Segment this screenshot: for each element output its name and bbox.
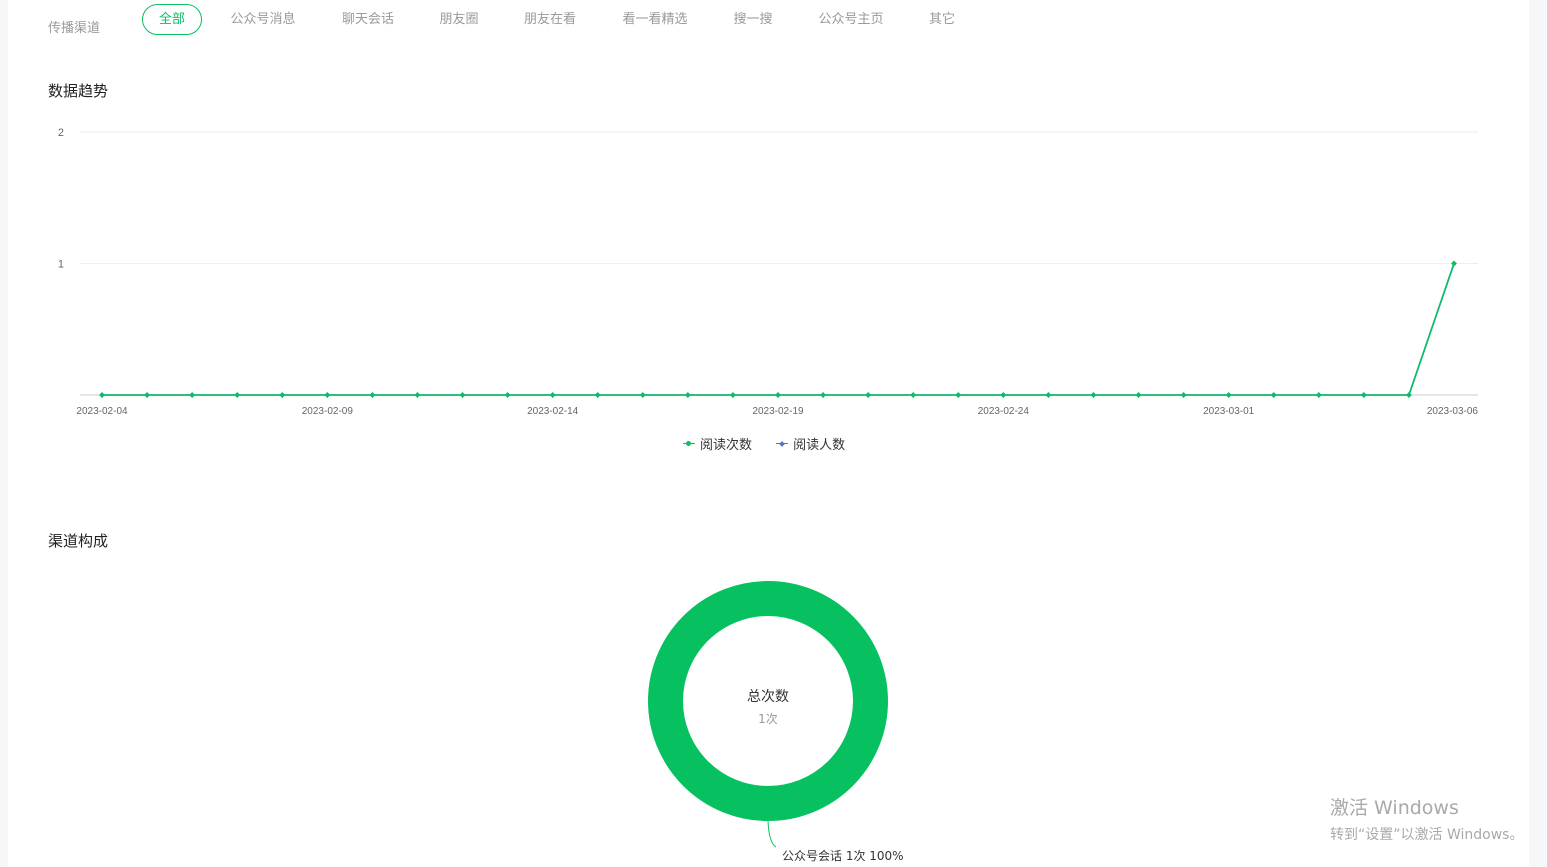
x-tick-label: 2023-02-04 xyxy=(76,406,128,417)
legend-label-read-count: 阅读次数 xyxy=(700,438,753,453)
tab-account-homepage[interactable]: 公众号主页 xyxy=(812,4,890,35)
legend-item-read-count[interactable]: 阅读次数 xyxy=(683,434,752,453)
data-point xyxy=(865,392,871,398)
x-tick-label: 2023-03-01 xyxy=(1203,406,1255,417)
data-point xyxy=(1090,392,1097,398)
donut-label-leader xyxy=(767,820,777,848)
x-tick-label: 2023-02-09 xyxy=(302,406,354,417)
data-point xyxy=(1270,392,1277,398)
composition-title: 渠道构成 xyxy=(48,532,109,550)
tab-top-stories[interactable]: 看一看精选 xyxy=(616,4,694,35)
data-point xyxy=(1000,392,1007,398)
x-tick-label: 2023-02-19 xyxy=(752,406,804,417)
tab-search[interactable]: 搜一搜 xyxy=(728,4,778,35)
y-tick-label: 1 xyxy=(58,259,64,271)
data-point xyxy=(414,392,421,398)
data-point xyxy=(459,392,466,398)
data-point xyxy=(1180,392,1187,398)
legend-label-reader-count: 阅读人数 xyxy=(793,438,846,453)
data-point xyxy=(189,392,195,398)
tab-all[interactable]: 全部 xyxy=(142,4,202,35)
legend-swatch-reader-count xyxy=(776,439,789,449)
trend-title: 数据趋势 xyxy=(48,82,109,100)
data-point xyxy=(144,392,150,398)
x-tick-label: 2023-03-06 xyxy=(1427,406,1479,417)
legend-item-reader-count[interactable]: 阅读人数 xyxy=(776,434,845,453)
donut-slice-label: 公众号会话 1次 100% xyxy=(782,849,904,863)
data-point xyxy=(324,392,331,398)
y-tick-label: 2 xyxy=(58,127,64,139)
tab-other[interactable]: 其它 xyxy=(924,4,960,35)
x-tick-label: 2023-02-14 xyxy=(527,406,579,417)
data-point xyxy=(1045,392,1052,398)
series-line xyxy=(102,263,1455,396)
data-point xyxy=(910,392,917,398)
watermark-line-2: 转到“设置”以激活 Windows。 xyxy=(1330,827,1524,843)
windows-activation-watermark: 激活 Windows 转到“设置”以激活 Windows。 xyxy=(1330,793,1523,844)
watermark-line-1: 激活 Windows xyxy=(1330,797,1459,819)
x-tick-label: 2023-02-24 xyxy=(978,406,1030,417)
tab-chat-session[interactable]: 聊天会话 xyxy=(336,4,400,35)
legend-swatch-read-count xyxy=(683,439,695,449)
data-point xyxy=(820,392,826,398)
data-point xyxy=(549,392,556,398)
donut-center: 总次数 1次 xyxy=(688,686,848,727)
data-point xyxy=(369,392,376,398)
data-point xyxy=(594,392,601,398)
data-point xyxy=(639,392,646,398)
trend-legend: 阅读次数 阅读人数 xyxy=(683,434,865,453)
channel-filter: 传播渠道 全部 公众号消息 聊天会话 朋友圈 朋友在看 看一看精选 搜一搜 公众… xyxy=(48,4,1008,36)
channel-filter-label: 传播渠道 xyxy=(48,21,101,36)
data-point xyxy=(1315,392,1322,398)
tab-official-account-message[interactable]: 公众号消息 xyxy=(224,4,302,35)
data-point xyxy=(1361,392,1367,398)
tab-friends-watching[interactable]: 朋友在看 xyxy=(518,4,582,35)
data-point xyxy=(955,392,962,398)
donut-total-title: 总次数 xyxy=(747,689,789,705)
donut-total-value: 1次 xyxy=(758,712,778,726)
tab-moments[interactable]: 朋友圈 xyxy=(434,4,484,35)
data-point xyxy=(685,392,691,398)
data-point xyxy=(504,392,511,398)
data-point xyxy=(99,392,105,398)
data-point xyxy=(1406,392,1412,398)
data-point xyxy=(1225,392,1232,398)
data-point xyxy=(730,392,736,398)
data-point xyxy=(234,392,241,398)
data-point xyxy=(279,392,286,398)
data-point xyxy=(1451,260,1457,267)
trend-line-chart: 1 2 2023-02-04 2023-02-09 2023-02-14 2023-02-… xyxy=(58,127,1479,417)
data-point xyxy=(1135,392,1142,398)
data-point xyxy=(775,392,781,398)
series-line xyxy=(102,263,1455,396)
